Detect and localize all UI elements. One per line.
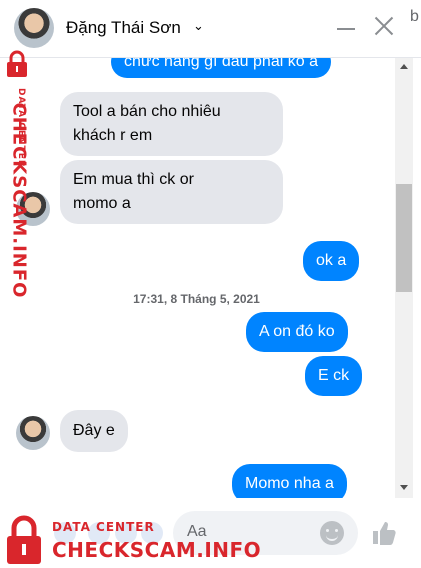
message-bubble-incoming: Đây e [60,410,128,452]
chat-header: Đặng Thái Sơn ⌄ b [0,0,421,58]
message-scrollbar[interactable] [395,58,413,498]
message-timestamp: 17:31, 8 Tháng 5, 2021 [133,292,260,306]
chevron-down-icon[interactable]: ⌄ [193,18,204,34]
chat-window: Đặng Thái Sơn ⌄ b chức năng gì đâu phải … [0,0,421,568]
message-bubble-outgoing: ok a [303,241,360,281]
message-line: momo a [73,195,131,212]
lock-icon [7,50,27,77]
watermark-bottom: DATA CENTER CHECKSCAM.INFO [0,512,262,568]
scroll-down-icon[interactable] [400,485,408,490]
message-bubble-outgoing: A on đó ko [246,312,348,352]
message-line: Em mua thì ck or [73,171,194,188]
message-bubble-incoming: Em mua thì ck or momo a [60,160,283,224]
scrollbar-thumb[interactable] [396,184,412,292]
message-bubble-incoming: Tool a bán cho nhiêu khách r em [60,92,283,156]
message-bubble-outgoing: E ck [305,356,363,396]
lock-icon [7,515,41,564]
background-edge-text: b [410,8,419,25]
message-line: khách r em [73,127,153,144]
watermark-side: DATA CENTER CHECKSCAM.INFO [0,42,48,298]
contact-avatar-small[interactable] [16,416,50,450]
watermark-brand: CHECKSCAM.INFO [52,538,262,562]
message-bubble-outgoing: Momo nha a [232,464,347,498]
scroll-up-icon[interactable] [400,64,408,69]
like-icon[interactable] [370,519,398,547]
close-icon[interactable] [372,14,396,38]
message-list: chức năng gì đâu phải ko a Tool a bán ch… [0,58,393,498]
message-bubble-outgoing: chức năng gì đâu phải ko a [111,58,331,78]
minimize-button[interactable] [337,28,355,30]
emoji-icon[interactable] [320,521,344,545]
contact-name[interactable]: Đặng Thái Sơn [66,18,181,38]
watermark-brand: CHECKSCAM.INFO [8,102,30,299]
watermark-subtitle: DATA CENTER [52,520,155,534]
message-line: Tool a bán cho nhiêu [73,103,221,120]
